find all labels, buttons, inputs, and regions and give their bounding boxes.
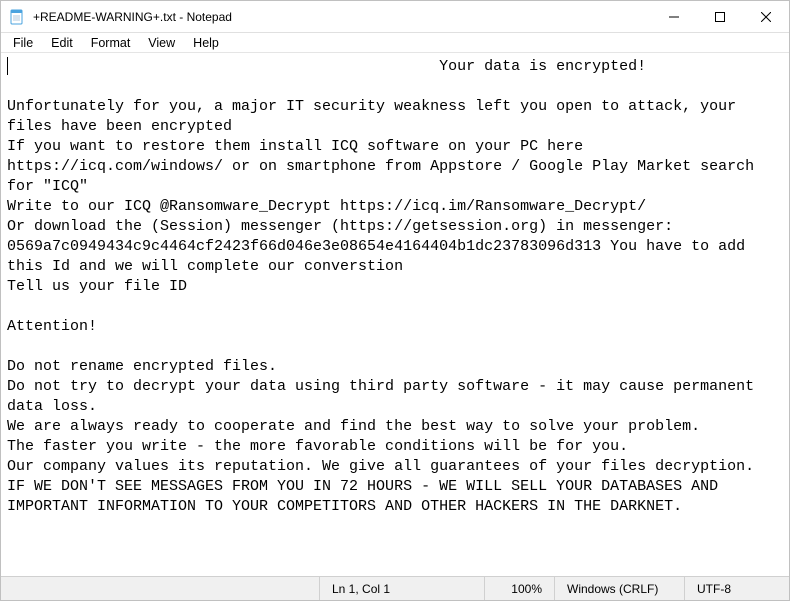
menu-file[interactable]: File	[5, 35, 41, 51]
status-zoom[interactable]: 100%	[484, 577, 554, 600]
menu-help[interactable]: Help	[185, 35, 227, 51]
maximize-button[interactable]	[697, 1, 743, 33]
status-position: Ln 1, Col 1	[319, 577, 484, 600]
statusbar: Ln 1, Col 1 100% Windows (CRLF) UTF-8	[1, 576, 789, 600]
close-button[interactable]	[743, 1, 789, 33]
titlebar: +README-WARNING+.txt - Notepad	[1, 1, 789, 33]
text-editor-area[interactable]: Your data is encrypted! Unfortunately fo…	[1, 53, 789, 576]
window-title: +README-WARNING+.txt - Notepad	[33, 10, 232, 24]
menu-format[interactable]: Format	[83, 35, 139, 51]
status-spacer	[1, 577, 319, 600]
menu-view[interactable]: View	[140, 35, 183, 51]
status-line-ending: Windows (CRLF)	[554, 577, 684, 600]
document-content: Your data is encrypted! Unfortunately fo…	[7, 57, 783, 517]
minimize-button[interactable]	[651, 1, 697, 33]
menu-edit[interactable]: Edit	[43, 35, 81, 51]
notepad-icon	[9, 9, 25, 25]
text-caret	[7, 57, 8, 75]
menubar: File Edit Format View Help	[1, 33, 789, 53]
status-encoding: UTF-8	[684, 577, 789, 600]
